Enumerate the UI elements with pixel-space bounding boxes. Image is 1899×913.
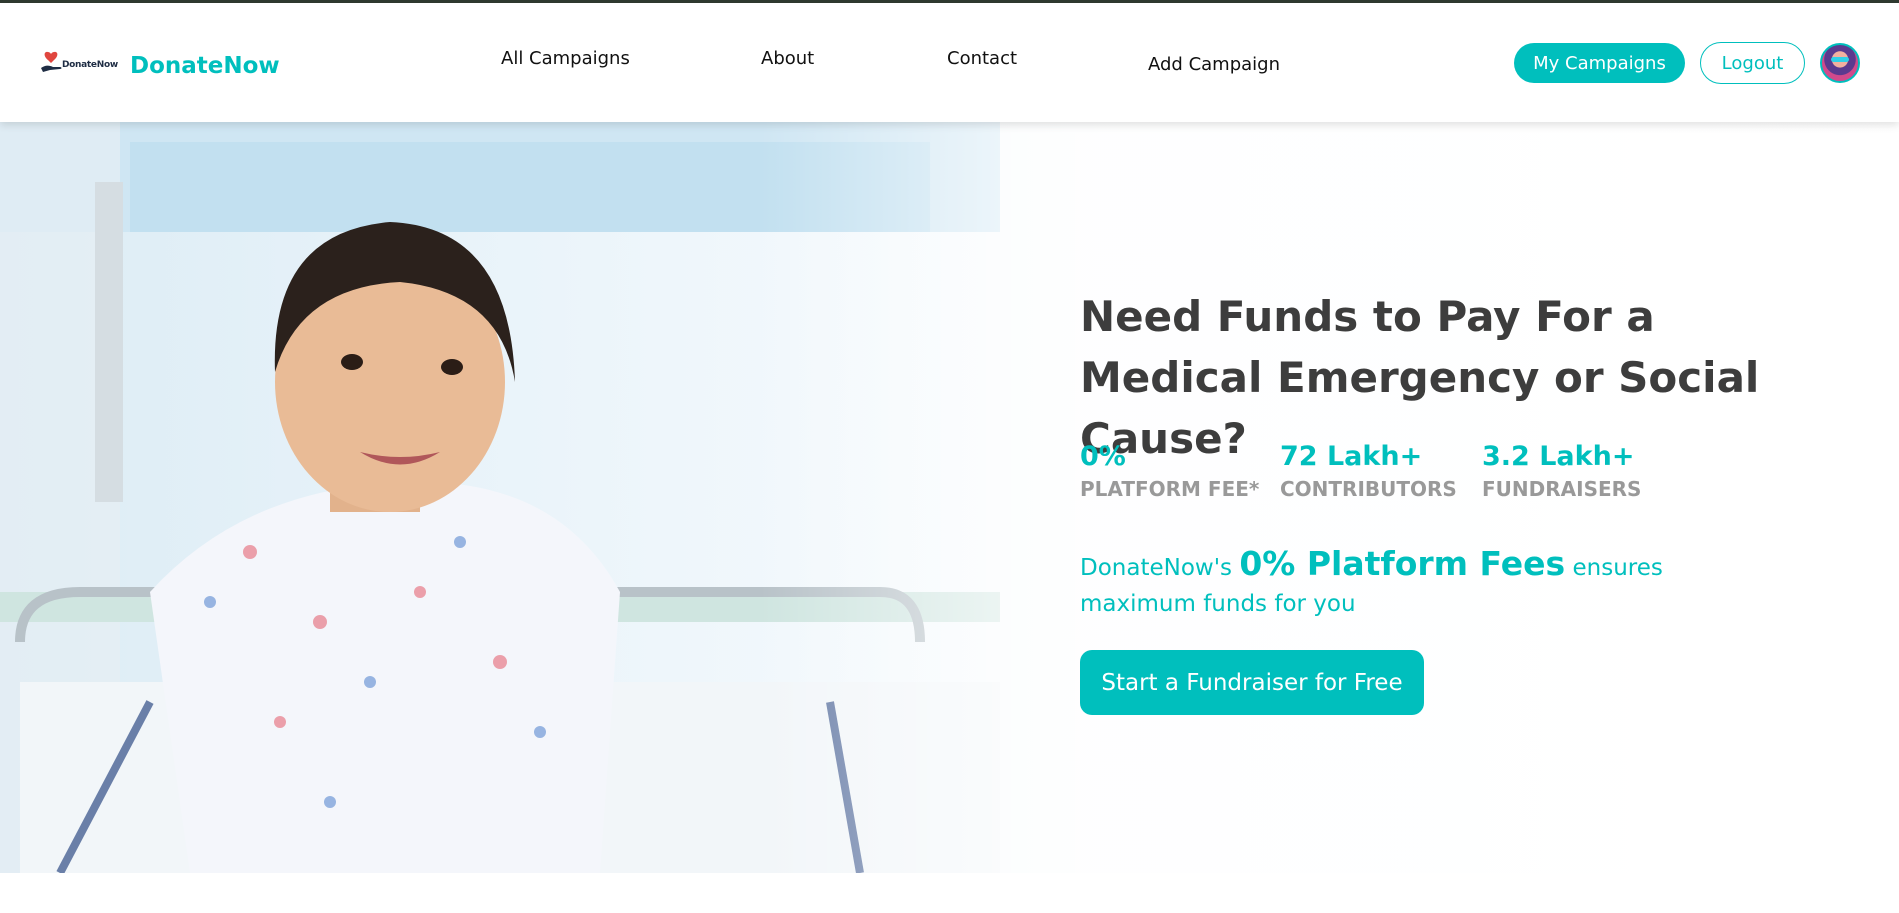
hero-tagline: DonateNow's 0% Platform Fees ensures max… bbox=[1080, 546, 1780, 622]
stat-value: 3.2 Lakh+ bbox=[1482, 441, 1635, 472]
nav-all-campaigns[interactable]: All Campaigns bbox=[501, 48, 630, 69]
stat-contributors: 72 Lakh+ CONTRIBUTORS bbox=[1280, 440, 1457, 504]
user-avatar[interactable] bbox=[1820, 43, 1860, 83]
heart-hand-icon bbox=[41, 51, 62, 72]
tagline-prefix: DonateNow's bbox=[1080, 555, 1233, 581]
stat-platform-fee: 0% PLATFORM FEE* bbox=[1080, 440, 1259, 504]
logo[interactable]: DonateNow bbox=[40, 50, 118, 76]
my-campaigns-button[interactable]: My Campaigns bbox=[1514, 43, 1685, 83]
start-fundraiser-button[interactable]: Start a Fundraiser for Free bbox=[1080, 650, 1424, 715]
stat-value: 0% bbox=[1080, 441, 1126, 472]
logout-button[interactable]: Logout bbox=[1700, 42, 1805, 84]
hero-section: Need Funds to Pay For a Medical Emergenc… bbox=[0, 122, 1899, 873]
stat-label: FUNDRAISERS bbox=[1482, 477, 1642, 501]
nav-contact[interactable]: Contact bbox=[947, 48, 1017, 69]
stat-fundraisers: 3.2 Lakh+ FUNDRAISERS bbox=[1482, 440, 1641, 504]
tagline-highlight: 0% Platform Fees bbox=[1239, 544, 1566, 583]
brand-name[interactable]: DonateNow bbox=[130, 53, 280, 79]
logo-text: DonateNow bbox=[62, 60, 118, 70]
stat-value: 72 Lakh+ bbox=[1280, 441, 1423, 472]
nav-add-campaign[interactable]: Add Campaign bbox=[1148, 54, 1280, 75]
nav-about[interactable]: About bbox=[761, 48, 814, 69]
stat-label: PLATFORM FEE* bbox=[1080, 477, 1260, 501]
stat-label: CONTRIBUTORS bbox=[1280, 477, 1457, 501]
navbar: DonateNow DonateNow All Campaigns About … bbox=[0, 3, 1899, 122]
